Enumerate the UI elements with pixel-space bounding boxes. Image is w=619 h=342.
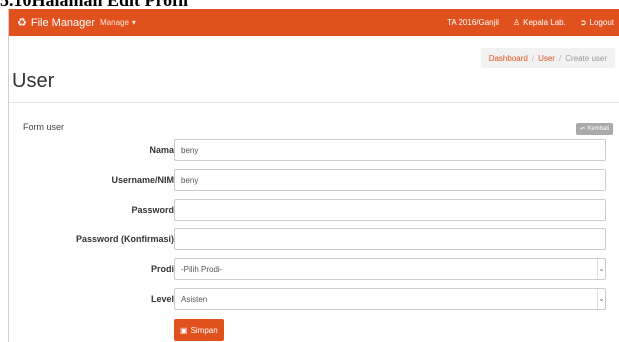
level-select[interactable]: Asisten ⌄ (174, 288, 606, 310)
brand-link[interactable]: ♻ File Manager (17, 9, 95, 36)
breadcrumb-dashboard[interactable]: Dashboard (489, 54, 528, 63)
reply-icon: ↶ (580, 126, 586, 133)
user-label: Kepala Lab. (523, 18, 566, 27)
nama-label: Nama (149, 145, 174, 155)
password-input[interactable] (174, 199, 606, 221)
navbar-right: TA 2016/Ganjil ♙ Kepala Lab. ➲ Logout (447, 9, 614, 36)
breadcrumb-user[interactable]: User (538, 54, 555, 63)
password-label: Password (131, 205, 174, 215)
logout-link[interactable]: ➲ Logout (580, 18, 614, 27)
save-button[interactable]: ▣ Simpan (174, 319, 224, 341)
save-button-label: Simpan (190, 325, 218, 335)
academic-period[interactable]: TA 2016/Ganjil (447, 18, 499, 27)
sign-out-icon: ➲ (579, 18, 587, 27)
nama-value: beny (181, 145, 199, 155)
title-divider (9, 102, 619, 103)
back-button-label: Kembali (587, 126, 609, 132)
panel-title: Form user (23, 122, 65, 132)
nama-input[interactable]: beny (174, 139, 606, 161)
back-button[interactable]: ↶ Kembali (576, 123, 613, 135)
page-title: User (12, 70, 55, 92)
top-navbar: ♻ File Manager Manage ▾ TA 2016/Ganjil ♙… (9, 9, 619, 36)
password-confirm-input[interactable] (174, 228, 606, 250)
password-confirm-label: Password (Konfirmasi) (75, 234, 174, 244)
browser-frame: ♻ File Manager Manage ▾ TA 2016/Ganjil ♙… (8, 9, 619, 342)
username-value: beny (181, 175, 199, 185)
level-value: Asisten (181, 294, 208, 304)
breadcrumb-separator: / (531, 53, 535, 63)
document-heading: 5.10Halaman Edit Profil (0, 0, 189, 10)
breadcrumb-separator: / (558, 53, 562, 63)
chevron-down-icon: ⌄ (597, 259, 605, 279)
brand-label: File Manager (30, 16, 96, 29)
share-nodes-icon: ♻ (17, 17, 27, 29)
manage-dropdown[interactable]: Manage ▾ (100, 9, 136, 36)
caret-down-icon: ▾ (131, 18, 136, 27)
floppy-disk-icon: ▣ (180, 325, 188, 335)
level-label: Level (150, 294, 174, 304)
prodi-label: Prodi (150, 264, 174, 274)
chevron-down-icon: ⌄ (597, 289, 605, 309)
breadcrumb: Dashboard / User / Create user (480, 48, 615, 68)
username-input[interactable]: beny (174, 169, 606, 191)
logout-label: Logout (589, 18, 614, 27)
username-label: Username/NIM (111, 175, 174, 185)
user-menu[interactable]: ♙ Kepala Lab. (513, 18, 566, 27)
breadcrumb-current: Create user (565, 53, 607, 63)
manage-label: Manage (100, 18, 129, 27)
user-icon: ♙ (512, 18, 521, 27)
prodi-value: -Pilih Prodi- (181, 264, 223, 274)
prodi-select[interactable]: -Pilih Prodi- ⌄ (174, 258, 606, 280)
